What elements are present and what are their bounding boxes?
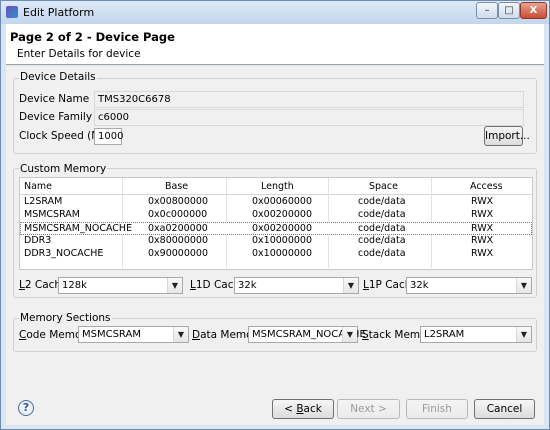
cell-name: DDR3: [24, 235, 52, 246]
cell-base: 0x00800000: [148, 196, 209, 207]
l2-cache-select[interactable]: 128k ▼: [58, 277, 183, 294]
cell-access: RWX: [471, 248, 494, 259]
device-name-label: Device Name: [19, 93, 90, 105]
stack-memory-value: L2SRAM: [424, 329, 465, 340]
chevron-down-icon[interactable]: ▼: [516, 327, 531, 342]
close-icon[interactable]: X: [520, 2, 547, 19]
cell-length: 0x00060000: [252, 196, 313, 207]
next-button[interactable]: Next >: [337, 399, 400, 419]
back-button[interactable]: < Back: [272, 399, 334, 419]
edit-platform-window: Edit Platform – □ X Page 2 of 2 - Device…: [0, 0, 550, 430]
l1p-cache-value: 32k: [410, 280, 429, 291]
wizard-body: Device Details Device Name TMS320C6678 D…: [6, 66, 544, 393]
cell-access: RWX: [471, 235, 494, 246]
cell-length: 0x10000000: [252, 248, 313, 259]
device-name-field: TMS320C6678: [94, 91, 524, 108]
wizard-footer: ? < Back Next > Finish Cancel: [6, 393, 544, 425]
finish-button[interactable]: Finish: [406, 399, 468, 419]
cell-space: code/data: [358, 235, 406, 246]
chevron-down-icon[interactable]: ▼: [167, 278, 182, 293]
cell-base: 0xa0200000: [148, 223, 208, 234]
l1p-cache-select[interactable]: 32k ▼: [406, 277, 532, 294]
cell-access: RWX: [471, 209, 494, 220]
cancel-button[interactable]: Cancel: [474, 399, 535, 419]
l1d-cache-select[interactable]: 32k ▼: [234, 277, 359, 294]
chevron-down-icon[interactable]: ▼: [342, 327, 357, 342]
cell-length: 0x10000000: [252, 235, 313, 246]
titlebar[interactable]: Edit Platform – □ X: [1, 1, 549, 24]
device-family-label: Device Family: [19, 111, 93, 123]
wizard-header: Page 2 of 2 - Device Page Enter Details …: [6, 24, 544, 65]
cell-name: MSMCSRAM_NOCACHE: [24, 223, 133, 234]
cell-space: code/data: [358, 196, 406, 207]
memory-sections-label: Memory Sections: [19, 312, 112, 324]
table-row-selected[interactable]: MSMCSRAM_NOCACHE 0xa0200000 0x00200000 c…: [20, 222, 532, 235]
memory-table[interactable]: Name Base Length Space Access L2SRAM 0x0…: [19, 177, 533, 271]
column-header-space[interactable]: Space: [369, 181, 398, 193]
cell-space: code/data: [358, 209, 406, 220]
cell-length: 0x00200000: [252, 223, 313, 234]
cell-access: RWX: [471, 223, 494, 234]
code-memory-select[interactable]: MSMCSRAM ▼: [78, 326, 189, 343]
table-row[interactable]: DDR3_NOCACHE 0x90000000 0x10000000 code/…: [20, 248, 532, 261]
custom-memory-label: Custom Memory: [19, 163, 108, 175]
l1d-cache-value: 32k: [238, 280, 257, 291]
cell-length: 0x00200000: [252, 209, 313, 220]
chevron-down-icon[interactable]: ▼: [173, 327, 188, 342]
device-family-field: c6000: [94, 109, 524, 126]
cell-access: RWX: [471, 196, 494, 207]
column-header-access[interactable]: Access: [470, 181, 503, 193]
column-header-name[interactable]: Name: [24, 181, 52, 193]
cell-name: DDR3_NOCACHE: [24, 248, 104, 259]
cell-name: L2SRAM: [24, 196, 63, 207]
table-row[interactable]: DDR3 0x80000000 0x10000000 code/data RWX: [20, 235, 532, 248]
column-header-length[interactable]: Length: [261, 181, 294, 193]
chevron-down-icon[interactable]: ▼: [516, 278, 531, 293]
clock-speed-input[interactable]: 1000: [94, 128, 123, 145]
cell-base: 0x90000000: [148, 248, 209, 259]
table-header: Name Base Length Space Access: [20, 178, 532, 195]
page-title: Page 2 of 2 - Device Page: [10, 30, 175, 44]
table-row[interactable]: MSMCSRAM 0x0c000000 0x00200000 code/data…: [20, 209, 532, 222]
cell-space: code/data: [358, 223, 406, 234]
help-icon[interactable]: ?: [18, 400, 34, 416]
column-header-base[interactable]: Base: [165, 181, 188, 193]
table-row[interactable]: L2SRAM 0x00800000 0x00060000 code/data R…: [20, 196, 532, 209]
minimize-icon[interactable]: –: [476, 2, 498, 19]
cell-base: 0x80000000: [148, 235, 209, 246]
cell-base: 0x0c000000: [148, 209, 208, 220]
app-icon: [6, 6, 18, 18]
chevron-down-icon[interactable]: ▼: [343, 278, 358, 293]
import-button[interactable]: Import...: [484, 126, 530, 146]
cell-name: MSMCSRAM: [24, 209, 80, 220]
maximize-icon[interactable]: □: [498, 2, 520, 19]
code-memory-value: MSMCSRAM: [82, 329, 141, 340]
stack-memory-select[interactable]: L2SRAM ▼: [420, 326, 532, 343]
device-details-label: Device Details: [19, 71, 97, 83]
l2-cache-value: 128k: [62, 280, 87, 291]
page-description: Enter Details for device: [17, 48, 141, 60]
data-memory-select[interactable]: MSMCSRAM_NOCACHE ▼: [248, 326, 366, 343]
window-title: Edit Platform: [23, 6, 95, 19]
cell-space: code/data: [358, 248, 406, 259]
